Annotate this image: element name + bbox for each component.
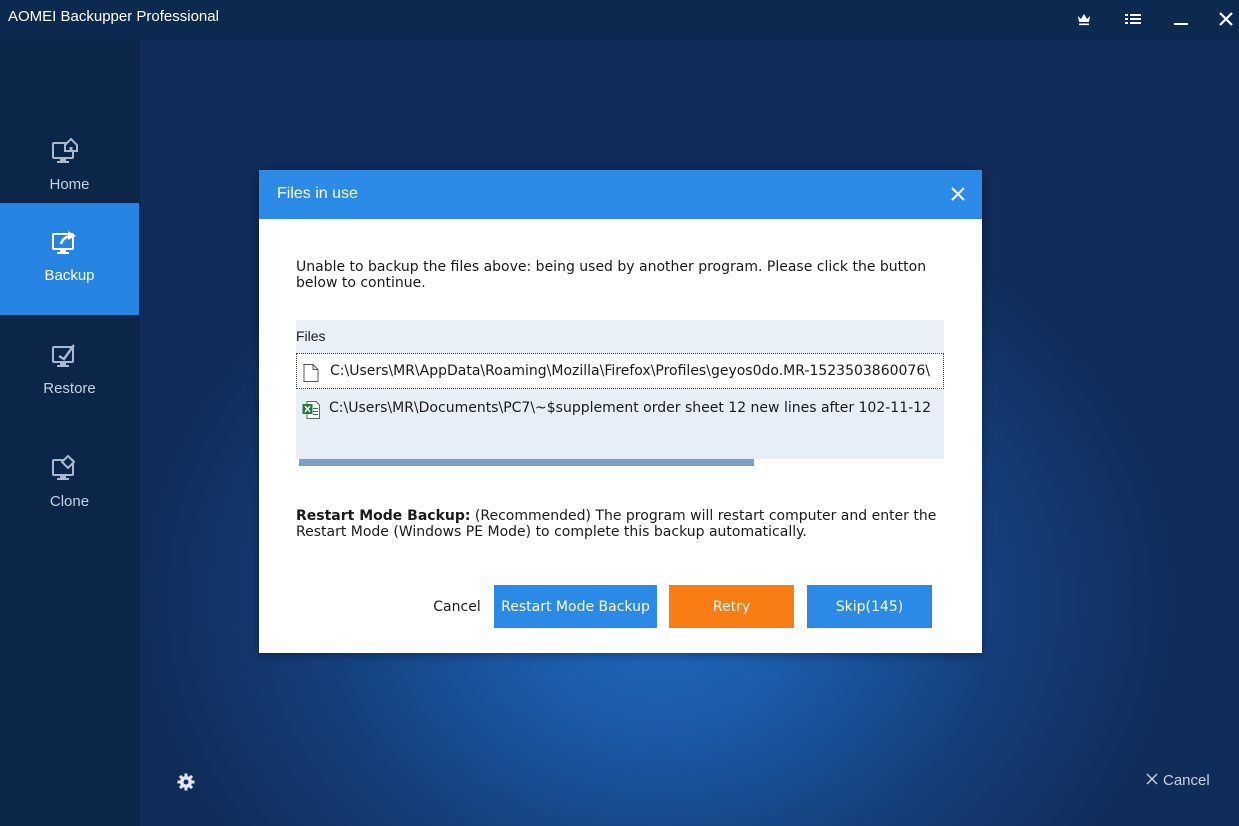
dialog-message: Unable to backup the files above: being … [296,259,927,291]
app-title: AOMEI Backupper Professional [8,8,219,25]
restore-icon [50,340,80,370]
close-icon [1146,772,1158,789]
files-column-header: Files [296,328,326,344]
sidebar-item-label: Clone [49,493,90,510]
sidebar-item-restore[interactable]: Restore [0,316,139,428]
home-icon [50,136,80,166]
file-icon [303,364,319,382]
close-icon[interactable] [1213,6,1239,32]
title-bar: AOMEI Backupper Professional [0,0,1239,40]
minimize-icon[interactable] [1168,6,1194,32]
file-row[interactable]: C:\Users\MR\Documents\PC7\~$supplement o… [296,391,944,427]
file-path: C:\Users\MR\Documents\PC7\~$supplement o… [329,400,931,416]
file-path: C:\Users\MR\AppData\Roaming\Mozilla\Fire… [330,363,930,379]
sidebar-item-clone[interactable]: Clone [0,429,139,541]
sidebar-item-label: Home [49,176,90,193]
sidebar: Home Backup Restore Clone [0,40,140,826]
sidebar-item-label: Backup [44,267,95,284]
clone-icon [50,453,80,483]
cancel-label: Cancel [1163,772,1210,789]
restart-mode-backup-button[interactable]: Restart Mode Backup [494,585,657,628]
restart-mode-note: Restart Mode Backup: (Recommended) The p… [296,508,946,540]
file-row[interactable]: C:\Users\MR\AppData\Roaming\Mozilla\Fire… [296,353,944,389]
excel-file-icon [302,401,320,419]
files-list[interactable]: C:\Users\MR\AppData\Roaming\Mozilla\Fire… [296,353,944,461]
scrollbar-thumb[interactable] [299,459,754,466]
gear-icon[interactable] [176,772,196,792]
cancel-operation-button[interactable]: Cancel [1146,772,1210,789]
sidebar-item-backup[interactable]: Backup [0,203,139,315]
backup-icon [50,227,80,257]
retry-button[interactable]: Retry [669,585,794,628]
horizontal-scrollbar[interactable] [296,459,944,468]
crown-icon[interactable] [1071,6,1097,32]
files-in-use-dialog: Files in use Unable to backup the files … [259,170,982,653]
dialog-header: Files in use [259,170,982,219]
files-panel: Files C:\Users\MR\AppData\Roaming\Mozill… [296,320,944,468]
sidebar-item-label: Restore [43,380,96,397]
menu-icon[interactable] [1120,6,1146,32]
restart-note-title: Restart Mode Backup: [296,508,471,524]
cancel-button[interactable]: Cancel [419,585,495,628]
dialog-close-icon[interactable] [948,184,968,204]
dialog-title: Files in use [277,185,358,202]
skip-button[interactable]: Skip(145) [807,585,932,628]
